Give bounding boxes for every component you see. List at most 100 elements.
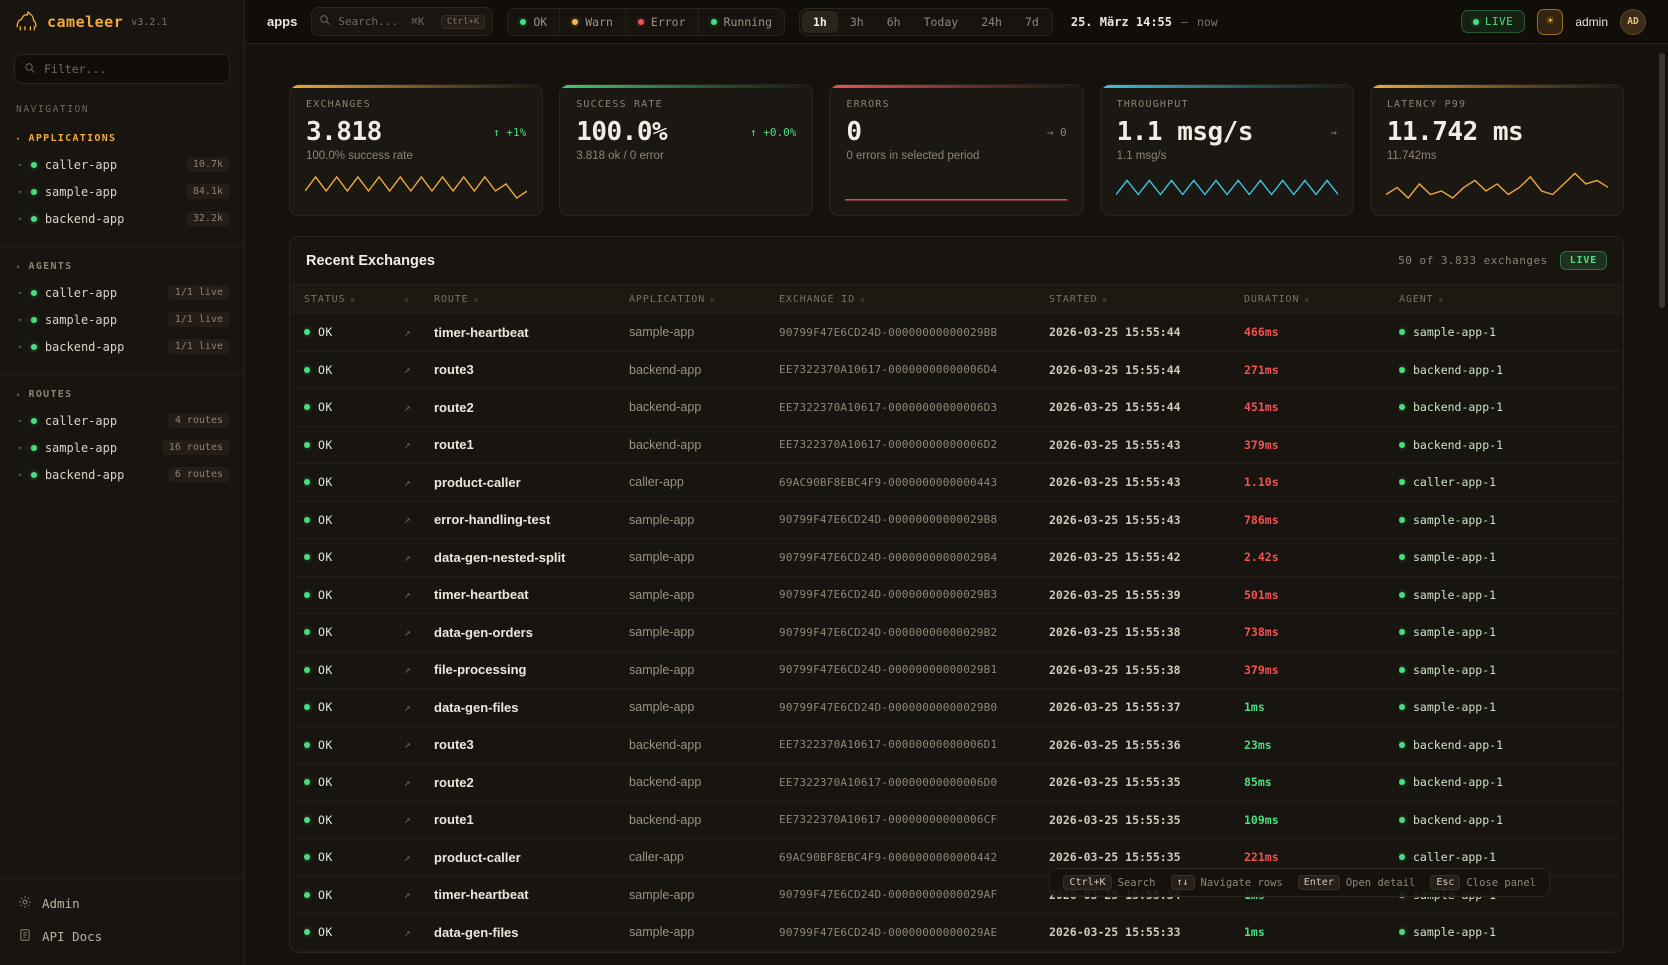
table-row[interactable]: OK ↗ route2 backend-app EE7322370A10617-… [290,764,1623,802]
period-separator: — [1181,15,1188,29]
route-name[interactable]: timer-heartbeat [434,325,629,340]
scrollbar-track[interactable] [1659,48,1665,961]
route-name[interactable]: route2 [434,775,629,790]
status-filter-warn[interactable]: Warn [559,9,625,35]
open-exchange-icon[interactable]: ↗ [404,551,434,564]
avatar[interactable]: AD [1620,9,1646,35]
sidebar-item-caller-app[interactable]: ▸ caller-app 4 routes [0,407,244,434]
route-name[interactable]: data-gen-files [434,925,629,940]
period-end: now [1197,15,1218,29]
table-row[interactable]: OK ↗ product-caller caller-app 69AC90BF8… [290,464,1623,502]
scrollbar-thumb[interactable] [1659,53,1665,308]
brand-logo[interactable]: cameleer v3.2.1 [0,0,244,44]
open-exchange-icon[interactable]: ↗ [404,926,434,939]
table-row[interactable]: OK ↗ error-handling-test sample-app 9079… [290,502,1623,540]
open-exchange-icon[interactable]: ↗ [404,813,434,826]
table-row[interactable]: OK ↗ file-processing sample-app 90799F47… [290,652,1623,690]
route-name[interactable]: file-processing [434,662,629,677]
route-name[interactable]: timer-heartbeat [434,887,629,902]
open-exchange-icon[interactable]: ↗ [404,588,434,601]
status-filter-error[interactable]: Error [625,9,698,35]
time-range-24h[interactable]: 24h [970,11,1013,33]
search-input[interactable] [338,15,433,28]
sidebar-filter[interactable] [14,54,230,84]
status-label: OK [318,513,333,527]
agent-cell: backend-app-1 [1399,813,1609,827]
duration-value: 1ms [1244,700,1399,714]
column-header-application[interactable]: APPLICATION⇅ [629,294,779,305]
status-filter-ok[interactable]: OK [508,9,559,35]
route-name[interactable]: route2 [434,400,629,415]
route-name[interactable]: error-handling-test [434,512,629,527]
filter-input[interactable] [44,62,220,76]
open-exchange-icon[interactable]: ↗ [404,776,434,789]
open-exchange-icon[interactable]: ↗ [404,363,434,376]
route-name[interactable]: product-caller [434,850,629,865]
table-row[interactable]: OK ↗ timer-heartbeat sample-app 90799F47… [290,314,1623,352]
column-header-expand[interactable]: ⇅ [404,295,434,304]
open-exchange-icon[interactable]: ↗ [404,663,434,676]
section-header-agents[interactable]: ▾ AGENTS [0,249,244,279]
sidebar-item-backend-app[interactable]: ▸ backend-app 1/1 live [0,333,244,360]
time-range-today[interactable]: Today [913,11,970,33]
column-header-duration[interactable]: DURATION⇅ [1244,294,1399,305]
status-filter-running[interactable]: Running [698,9,784,35]
section-header-applications[interactable]: ▾ APPLICATIONS [0,121,244,151]
table-row[interactable]: OK ↗ timer-heartbeat sample-app 90799F47… [290,577,1623,615]
open-exchange-icon[interactable]: ↗ [404,401,434,414]
route-name[interactable]: route3 [434,737,629,752]
sidebar-item-backend-app[interactable]: ▸ backend-app 32.2k [0,205,244,232]
open-exchange-icon[interactable]: ↗ [404,851,434,864]
column-header-agent[interactable]: AGENT⇅ [1399,294,1609,305]
kpi-card-success-rate: SUCCESS RATE 100.0% ↑ +0.0% 3.818 ok / 0… [559,84,813,216]
time-range-3h[interactable]: 3h [839,11,875,33]
duration-value: 221ms [1244,850,1399,864]
column-header-status[interactable]: STATUS⇅ [304,294,404,305]
time-range-7d[interactable]: 7d [1014,11,1050,33]
open-exchange-icon[interactable]: ↗ [404,326,434,339]
route-name[interactable]: product-caller [434,475,629,490]
open-exchange-icon[interactable]: ↗ [404,738,434,751]
global-search[interactable]: Ctrl+K [311,7,493,36]
sidebar-item-backend-app[interactable]: ▸ backend-app 6 routes [0,461,244,488]
open-exchange-icon[interactable]: ↗ [404,476,434,489]
agent-cell: caller-app-1 [1399,475,1609,489]
table-row[interactable]: OK ↗ route1 backend-app EE7322370A10617-… [290,802,1623,840]
table-row[interactable]: OK ↗ route2 backend-app EE7322370A10617-… [290,389,1623,427]
table-row[interactable]: OK ↗ route3 backend-app EE7322370A10617-… [290,352,1623,390]
route-name[interactable]: timer-heartbeat [434,587,629,602]
route-name[interactable]: data-gen-nested-split [434,550,629,565]
section-header-routes[interactable]: ▾ ROUTES [0,377,244,407]
column-header-route[interactable]: ROUTE⇅ [434,294,629,305]
open-exchange-icon[interactable]: ↗ [404,626,434,639]
route-name[interactable]: data-gen-orders [434,625,629,640]
live-toggle[interactable]: LIVE [1461,10,1526,33]
route-name[interactable]: route1 [434,812,629,827]
time-range-6h[interactable]: 6h [876,11,912,33]
theme-toggle-button[interactable]: ☀ [1537,9,1563,35]
open-exchange-icon[interactable]: ↗ [404,888,434,901]
sidebar-item-sample-app[interactable]: ▸ sample-app 1/1 live [0,306,244,333]
sidebar-item-sample-app[interactable]: ▸ sample-app 16 routes [0,434,244,461]
sidebar-item-sample-app[interactable]: ▸ sample-app 84.1k [0,178,244,205]
table-row[interactable]: OK ↗ data-gen-files sample-app 90799F47E… [290,689,1623,727]
column-header-started[interactable]: STARTED⇅ [1049,294,1244,305]
route-name[interactable]: route3 [434,362,629,377]
table-row[interactable]: OK ↗ data-gen-orders sample-app 90799F47… [290,614,1623,652]
time-range-1h[interactable]: 1h [802,11,838,33]
table-row[interactable]: OK ↗ data-gen-files sample-app 90799F47E… [290,914,1623,952]
brand-version: v3.2.1 [131,17,167,28]
table-row[interactable]: OK ↗ data-gen-nested-split sample-app 90… [290,539,1623,577]
sidebar-item-caller-app[interactable]: ▸ caller-app 10.7k [0,151,244,178]
sidebar-item-caller-app[interactable]: ▸ caller-app 1/1 live [0,279,244,306]
route-name[interactable]: data-gen-files [434,700,629,715]
table-row[interactable]: OK ↗ route3 backend-app EE7322370A10617-… [290,727,1623,765]
table-row[interactable]: OK ↗ route1 backend-app EE7322370A10617-… [290,427,1623,465]
open-exchange-icon[interactable]: ↗ [404,701,434,714]
open-exchange-icon[interactable]: ↗ [404,513,434,526]
route-name[interactable]: route1 [434,437,629,452]
open-exchange-icon[interactable]: ↗ [404,438,434,451]
footer-link-admin[interactable]: Admin [0,887,244,920]
column-header-exchange-id[interactable]: EXCHANGE ID⇅ [779,294,1049,305]
footer-link-api-docs[interactable]: API Docs [0,920,244,953]
